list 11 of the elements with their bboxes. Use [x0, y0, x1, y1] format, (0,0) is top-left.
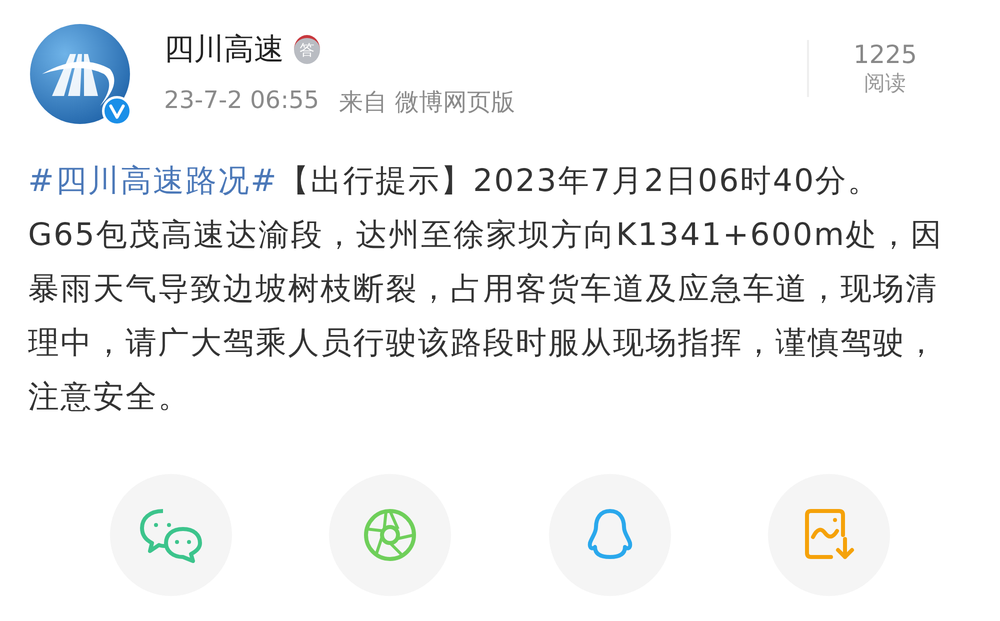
read-count: 1225 [853, 40, 917, 69]
read-label: 阅读 [864, 70, 906, 97]
post-source: 来自 微博网页版 [339, 87, 515, 118]
medal-icon: 答 [294, 34, 320, 64]
post-time: 23-7-2 06:55 [164, 86, 320, 116]
post-text: #四川高速路况#【出行提示】2023年7月2日06时40分。G65包茂高速达渝段，达州至徐家坝方向K1341+600m处，因暴雨天气导致边坡树枝断裂，占用客货车道及应急车道，现场清理中，请广大驾乘人员行驶该路段时服从现场指挥，谨慎驾驶，注意安全。 [28, 162, 944, 417]
chat-bubbles-icon [139, 507, 203, 563]
hashtag-link[interactable]: #四川高速路况# [28, 163, 278, 199]
aperture-icon [362, 507, 418, 563]
account-name[interactable]: 四川高速 [164, 28, 284, 70]
avatar-logo[interactable] [30, 24, 130, 124]
